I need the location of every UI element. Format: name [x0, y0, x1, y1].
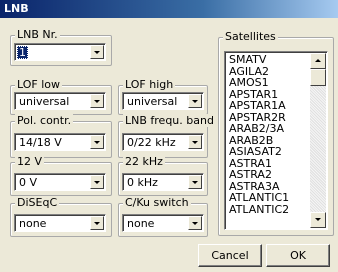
lnb-frequ-band-label: LNB frequ. band — [123, 114, 216, 127]
vertical-scrollbar[interactable] — [310, 53, 326, 228]
diseqc-label: DiSEqC — [15, 196, 60, 209]
chevron-down-icon[interactable] — [188, 216, 202, 230]
12v-select[interactable]: 0 V — [14, 173, 106, 191]
lof-high-label: LOF high — [123, 78, 176, 91]
lof-low-label: LOF low — [15, 78, 63, 91]
lnb-nr-label: LNB Nr. — [15, 28, 60, 41]
list-item[interactable]: ASIASAT2 — [229, 146, 289, 158]
pol-contr-group: Pol. contr. 14/18 V — [10, 114, 112, 158]
list-item[interactable]: SMATV — [229, 54, 289, 66]
lof-low-group: LOF low universal — [10, 78, 112, 115]
list-item[interactable]: ATLANTIC2 — [229, 203, 289, 216]
lnb-frequ-band-value: 0/22 kHz — [127, 136, 176, 149]
chevron-down-icon[interactable] — [90, 175, 104, 189]
list-item[interactable]: ARAB2/3A — [229, 123, 289, 135]
chevron-down-icon[interactable] — [188, 175, 202, 189]
chevron-down-icon[interactable] — [188, 135, 202, 149]
pol-contr-select[interactable]: 14/18 V — [14, 133, 106, 151]
chevron-down-icon[interactable] — [188, 94, 202, 108]
lnb-nr-select[interactable]: 1 — [14, 43, 106, 61]
chevron-down-icon[interactable] — [90, 45, 104, 59]
lnb-frequ-band-group: LNB frequ. band 0/22 kHz — [118, 114, 216, 158]
22khz-value: 0 kHz — [127, 176, 158, 189]
ok-button[interactable]: OK — [266, 244, 330, 267]
22khz-label: 22 kHz — [123, 155, 165, 168]
lof-high-value: universal — [127, 95, 178, 108]
lnb-frequ-band-select[interactable]: 0/22 kHz — [122, 133, 204, 151]
chevron-down-icon[interactable] — [90, 135, 104, 149]
diseqc-select[interactable]: none — [14, 214, 106, 232]
scroll-thumb[interactable] — [310, 69, 326, 86]
satellites-list[interactable]: SMATV AGILA2 AMOS1 APSTAR1 APSTAR1A APST… — [224, 51, 328, 230]
scroll-down-icon[interactable] — [310, 212, 326, 228]
lnb-nr-group: LNB Nr. 1 — [10, 28, 112, 66]
chevron-down-icon[interactable] — [90, 94, 104, 108]
cku-switch-group: C/Ku switch none — [118, 196, 208, 237]
12v-value: 0 V — [19, 176, 38, 189]
lnb-dialog: LNB LNB Nr. 1 LOF low universal LOF high… — [0, 0, 338, 272]
pol-contr-value: 14/18 V — [19, 136, 62, 149]
22khz-group: 22 kHz 0 kHz — [118, 155, 208, 196]
chevron-down-icon[interactable] — [90, 216, 104, 230]
satellites-label: Satellites — [223, 30, 278, 43]
lnb-nr-value: 1 — [17, 46, 28, 59]
lof-low-value: universal — [19, 95, 70, 108]
diseqc-value: none — [19, 217, 47, 230]
cku-switch-value: none — [127, 217, 155, 230]
title-bar: LNB — [0, 0, 338, 18]
scroll-up-icon[interactable] — [310, 53, 326, 69]
list-item[interactable]: ATLANTIC1 — [229, 192, 289, 204]
cku-switch-select[interactable]: none — [122, 214, 204, 232]
list-item[interactable]: AMOS1 — [229, 77, 289, 89]
list-item[interactable]: APSTAR1A — [229, 100, 289, 112]
12v-group: 12 V 0 V — [10, 155, 112, 196]
12v-label: 12 V — [15, 155, 45, 168]
cancel-button[interactable]: Cancel — [198, 244, 262, 267]
diseqc-group: DiSEqC none — [10, 196, 112, 237]
lof-high-select[interactable]: universal — [122, 92, 204, 110]
window-title: LNB — [4, 2, 29, 15]
satellites-items: SMATV AGILA2 AMOS1 APSTAR1 APSTAR1A APST… — [229, 54, 289, 215]
lof-low-select[interactable]: universal — [14, 92, 106, 110]
lof-high-group: LOF high universal — [118, 78, 208, 115]
22khz-select[interactable]: 0 kHz — [122, 173, 204, 191]
list-item[interactable]: ASTRA2 — [229, 169, 289, 181]
pol-contr-label: Pol. contr. — [15, 114, 74, 127]
cku-switch-label: C/Ku switch — [123, 196, 191, 209]
